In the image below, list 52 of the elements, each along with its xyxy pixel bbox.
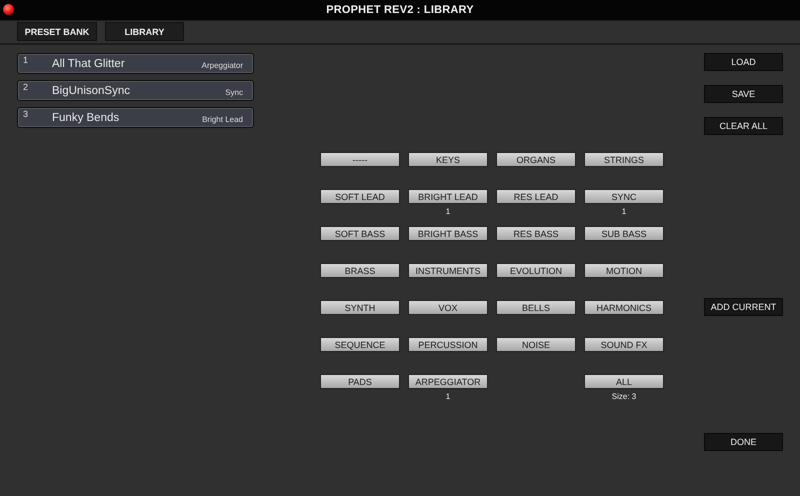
category-count: 1 — [446, 207, 450, 216]
preset-row[interactable]: 1 All That Glitter Arpeggiator — [17, 53, 254, 74]
category-button[interactable]: SOFT LEAD — [320, 189, 400, 204]
preset-number: 3 — [23, 109, 28, 119]
category-button[interactable]: ORGANS — [496, 152, 576, 167]
preset-number: 1 — [23, 55, 28, 65]
category-button[interactable]: BRIGHT LEAD — [408, 189, 488, 204]
category-button[interactable]: KEYS — [408, 152, 488, 167]
category-button[interactable]: INSTRUMENTS — [408, 263, 488, 278]
preset-name: BigUnisonSync — [52, 84, 130, 96]
category-button[interactable]: SUB BASS — [584, 226, 664, 241]
category-button[interactable]: SOUND FX — [584, 337, 664, 352]
add-current-button[interactable]: ADD CURRENT — [704, 298, 783, 316]
preset-name: Funky Bends — [52, 112, 120, 124]
category-button[interactable]: ----- — [320, 152, 400, 167]
category-button[interactable]: MOTION — [584, 263, 664, 278]
action-button[interactable]: SAVE — [704, 85, 783, 103]
category-button[interactable]: ALL — [584, 374, 664, 389]
close-icon[interactable] — [3, 4, 14, 15]
category-button[interactable]: RES LEAD — [496, 189, 576, 204]
preset-row[interactable]: 2 BigUnisonSync Sync — [17, 80, 254, 101]
action-button[interactable]: LOAD — [704, 53, 783, 71]
category-button[interactable]: EVOLUTION — [496, 263, 576, 278]
category-button[interactable]: RES BASS — [496, 226, 576, 241]
category-button[interactable]: SYNTH — [320, 300, 400, 315]
preset-number: 2 — [23, 82, 28, 92]
window-title: PROPHET REV2 : LIBRARY — [326, 4, 474, 16]
action-button[interactable]: CLEAR ALL — [704, 117, 783, 135]
category-button[interactable]: ARPEGGIATOR — [408, 374, 488, 389]
preset-category: Arpeggiator — [202, 61, 243, 70]
preset-name: All That Glitter — [52, 58, 125, 70]
category-button[interactable]: SEQUENCE — [320, 337, 400, 352]
category-button[interactable]: VOX — [408, 300, 488, 315]
preset-category: Bright Lead — [202, 115, 243, 124]
category-button[interactable]: PADS — [320, 374, 400, 389]
category-count: Size: 3 — [612, 392, 636, 401]
category-button[interactable]: PERCUSSION — [408, 337, 488, 352]
tab[interactable]: PRESET BANK — [17, 22, 97, 41]
category-button[interactable]: BRIGHT BASS — [408, 226, 488, 241]
category-button[interactable]: HARMONICS — [584, 300, 664, 315]
done-button[interactable]: DONE — [704, 433, 783, 451]
category-button[interactable]: NOISE — [496, 337, 576, 352]
category-count: 1 — [446, 392, 450, 401]
category-count: 1 — [622, 207, 626, 216]
preset-row[interactable]: 3 Funky Bends Bright Lead — [17, 107, 254, 128]
preset-category: Sync — [225, 88, 243, 97]
category-button[interactable]: STRINGS — [584, 152, 664, 167]
category-button[interactable]: BRASS — [320, 263, 400, 278]
category-button[interactable]: SOFT BASS — [320, 226, 400, 241]
tab[interactable]: LIBRARY — [105, 22, 184, 41]
category-button[interactable]: SYNC — [584, 189, 664, 204]
category-button[interactable]: BELLS — [496, 300, 576, 315]
